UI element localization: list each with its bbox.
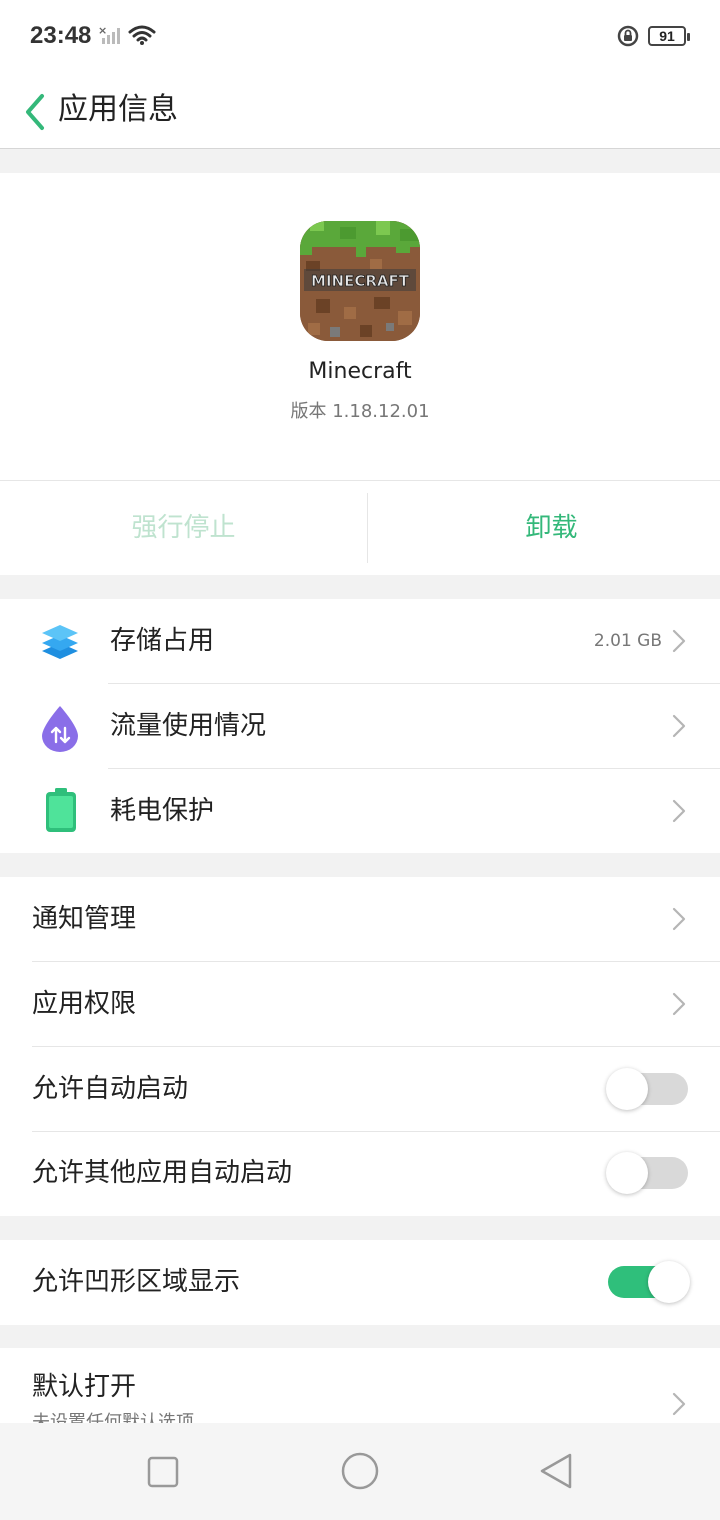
recents-square-icon[interactable] [146,1455,180,1493]
storage-label: 存储占用 [110,626,215,656]
wifi-icon [128,24,156,50]
status-time: 23:48 [30,22,92,49]
auto-start-toggle[interactable] [606,1068,688,1110]
storage-row[interactable]: 存储占用 2.01 GB [0,599,720,684]
notch-label: 允许凹形区域显示 [32,1267,241,1297]
page-title: 应用信息 [58,92,178,127]
other-start-row: 允许其他应用自动启动 [0,1131,720,1216]
chevron-right-icon [672,714,686,742]
app-version: 版本 1.18.12.01 [290,401,430,422]
usage-section: 存储占用 2.01 GB 流量使用情况 耗电保护 [0,599,720,853]
settings-section: 通知管理 应用权限 允许自动启动 允许其他应用自动启动 [0,877,720,1216]
back-arrow-icon[interactable] [22,84,48,138]
auto-start-row: 允许自动启动 [0,1047,720,1132]
app-bar: 应用信息 [0,72,720,149]
app-summary: MINECRAFT Minecraft 版本 1.18.12.01 强行停止 卸… [0,173,720,575]
force-stop-button[interactable]: 强行停止 [0,481,367,576]
auto-start-label: 允许自动启动 [32,1074,189,1104]
minecraft-logo-text: MINECRAFT [311,272,410,290]
battery-protect-row[interactable]: 耗电保护 [0,769,720,854]
notch-row: 允许凹形区域显示 [0,1240,720,1325]
default-open-row[interactable]: 默认打开 未设置任何默认选项 [0,1348,720,1423]
data-usage-row[interactable]: 流量使用情况 [0,684,720,769]
default-open-sub: 未设置任何默认选项 [32,1412,194,1423]
battery-indicator: 91 [648,26,690,46]
svg-text:×: × [98,24,107,37]
signal-icon: × [98,24,124,50]
default-open-section: 默认打开 未设置任何默认选项 [0,1348,720,1423]
storage-value: 2.01 GB [593,631,662,651]
uninstall-button[interactable]: 卸载 [368,481,720,576]
notch-section: 允许凹形区域显示 [0,1240,720,1325]
other-start-label: 允许其他应用自动启动 [32,1158,293,1188]
notch-display-toggle[interactable] [608,1261,690,1303]
battery-icon [44,787,78,837]
storage-layers-icon [38,619,82,667]
notification-label: 通知管理 [32,904,137,934]
navigation-bar [0,1423,720,1520]
other-start-toggle[interactable] [606,1152,688,1194]
chevron-right-icon [672,1392,686,1420]
chevron-right-icon [672,799,686,827]
data-usage-label: 流量使用情况 [110,711,267,741]
chevron-right-icon [672,629,686,657]
permissions-row[interactable]: 应用权限 [0,962,720,1047]
chevron-right-icon [672,992,686,1020]
data-drop-icon [38,704,82,756]
home-circle-icon[interactable] [340,1451,380,1495]
back-triangle-icon[interactable] [538,1451,574,1495]
default-open-label: 默认打开 [32,1372,137,1402]
permissions-label: 应用权限 [32,989,137,1019]
rotation-lock-icon [616,24,640,52]
minecraft-app-icon: MINECRAFT [300,221,420,341]
app-name: Minecraft [308,359,412,384]
chevron-right-icon [672,907,686,935]
action-row: 强行停止 卸载 [0,480,720,575]
status-bar: 23:48 × 91 [0,0,720,72]
notification-row[interactable]: 通知管理 [0,877,720,962]
battery-protect-label: 耗电保护 [110,796,215,826]
